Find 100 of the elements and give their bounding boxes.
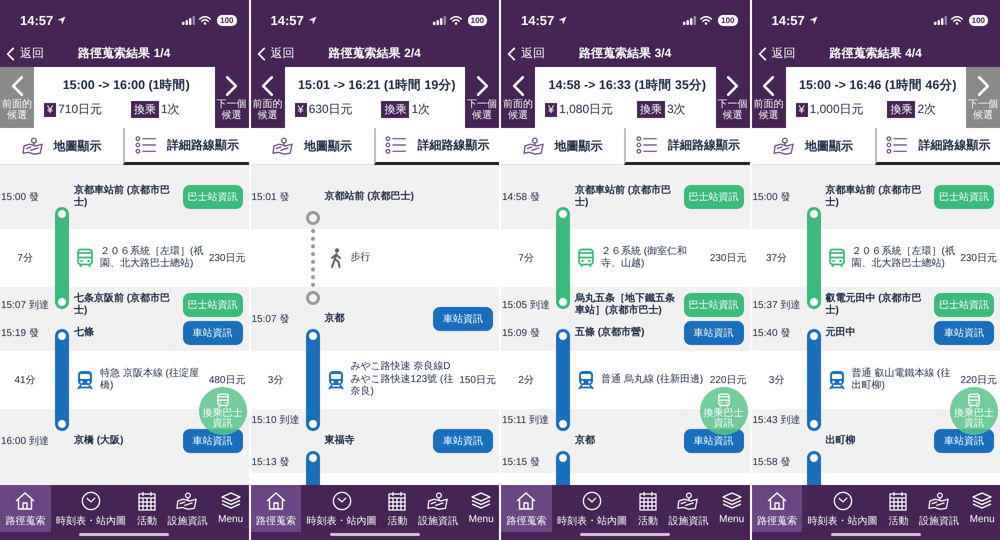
back-button[interactable]: 返回: [507, 45, 545, 62]
tab-bar-item[interactable]: 設施資訊: [162, 485, 213, 532]
screen-title: 路徑蒐索結果 4/4: [828, 45, 923, 62]
station-info-button[interactable]: 車站資訊: [934, 321, 994, 345]
tab-bar-item[interactable]: 活動: [882, 485, 914, 532]
tab-bar-item[interactable]: Menu: [964, 485, 1000, 529]
train-icon: [76, 370, 94, 390]
view-tab[interactable]: 詳細路線顯示: [123, 128, 248, 165]
map-icon: [773, 137, 796, 155]
location-arrow-icon: [57, 16, 66, 24]
status-time: 14:57: [772, 12, 805, 28]
back-button[interactable]: 返回: [6, 45, 44, 62]
tab-bar-item[interactable]: 時刻表・站內圖: [802, 485, 883, 532]
time-label: 14:58 發: [501, 191, 541, 204]
station-info-button[interactable]: 車站資訊: [433, 307, 493, 331]
stop-name: 東福寺: [324, 435, 356, 447]
time-label: 15:05 到達: [501, 298, 551, 312]
route-node: [306, 409, 320, 431]
time-label: 15:11 到達: [501, 414, 550, 427]
tab-bar-item[interactable]: 路徑蒐索: [752, 485, 802, 532]
station-info-button[interactable]: 車站資訊: [182, 429, 242, 453]
route-name: 步行: [350, 252, 372, 264]
home-icon: [264, 491, 287, 511]
screen-title: 路徑蒐索結果 2/4: [328, 45, 422, 62]
station-info-button[interactable]: 車站資訊: [684, 321, 744, 345]
time-label: 15:00 發: [0, 191, 40, 204]
home-icon: [515, 491, 538, 511]
next-candidate-button[interactable]: 下一個候選: [465, 67, 499, 128]
map-icon: [928, 491, 950, 511]
time-label: 15:43 到達: [752, 414, 802, 427]
tab-bar-item[interactable]: 路徑蒐索: [250, 485, 302, 532]
bus-icon: [967, 392, 981, 408]
transfer-label: 換乘: [381, 101, 410, 118]
view-tab[interactable]: 詳細路線顯示: [624, 128, 750, 165]
chevron-left-icon: [758, 46, 766, 60]
bus-icon: [216, 392, 230, 408]
location-arrow-icon: [308, 16, 317, 24]
chevron-left-icon: [261, 74, 274, 98]
tab-bar-item[interactable]: 時刻表・站內圖: [50, 485, 132, 532]
station-info-button[interactable]: 車站資訊: [433, 429, 493, 453]
currency-label: ¥: [796, 102, 808, 116]
tab-bar-item[interactable]: 設施資訊: [914, 485, 964, 532]
wifi-icon: [950, 16, 963, 24]
tab-bar-item[interactable]: Menu: [714, 485, 750, 529]
time-range: 15:01 -> 16:21 (1時間 19分): [297, 77, 456, 94]
previous-candidate-button[interactable]: 前面的候選: [501, 67, 535, 128]
fare-amount: 710日元: [58, 101, 102, 118]
station-info-button[interactable]: 車站資訊: [684, 429, 744, 453]
route-node: [806, 287, 820, 309]
next-candidate-button[interactable]: 下一個候選: [214, 67, 248, 128]
station-info-button[interactable]: 車站資訊: [934, 429, 994, 453]
previous-candidate-button[interactable]: 前面的候選: [250, 67, 284, 128]
tab-bar-item[interactable]: 時刻表・站內圖: [301, 485, 382, 532]
station-info-button[interactable]: 車站資訊: [182, 321, 242, 345]
stop-name: 七條: [74, 327, 95, 339]
stop-name: 七条京阪前 (京都市巴士): [74, 293, 172, 317]
previous-candidate-button[interactable]: 前面的候選: [752, 67, 786, 128]
stop-name: 京橋 (大阪): [74, 435, 124, 447]
tab-bar-item[interactable]: 設施資訊: [663, 485, 714, 532]
battery-level: 100: [217, 14, 236, 26]
route-node: [556, 451, 570, 473]
view-tab[interactable]: 詳細路線顯示: [874, 128, 1000, 165]
signal-icon: [683, 16, 696, 24]
route-node: [806, 451, 820, 473]
time-label: 15:13 發: [250, 456, 290, 469]
route-node: [306, 451, 320, 473]
route-node: [55, 409, 69, 431]
clock-icon: [80, 491, 102, 511]
view-tab[interactable]: 詳細路線顯示: [374, 128, 499, 165]
time-label: 15:01 發: [250, 191, 290, 204]
stop-name: 烏丸五条［地下鐵五条車站］(京都市巴士): [575, 293, 676, 317]
duration-label: 3分: [768, 374, 786, 387]
back-button[interactable]: 返回: [256, 45, 294, 62]
time-label: 15:40 發: [752, 327, 792, 340]
transfer-label: 換乘: [130, 101, 159, 118]
tab-bar-item[interactable]: 活動: [382, 485, 413, 532]
currency-label: ¥: [294, 102, 307, 116]
tab-bar-item[interactable]: Menu: [212, 485, 248, 529]
stop-name: 京都站前 (京都巴士): [324, 191, 415, 203]
tab-bar-item[interactable]: 活動: [131, 485, 162, 532]
screen-title: 路徑蒐索結果 3/4: [578, 45, 672, 62]
route-name: ２６系統 (御室仁和寺、山越): [601, 246, 688, 270]
list-icon: [636, 136, 658, 154]
tab-bar-item[interactable]: 活動: [632, 485, 664, 532]
time-label: 15:09 發: [501, 327, 541, 340]
time-label: 15:15 發: [501, 456, 541, 469]
tab-bar-item[interactable]: 路徑蒐索: [501, 485, 552, 532]
map-icon: [272, 137, 294, 155]
tab-bar-item[interactable]: Menu: [463, 485, 499, 529]
back-button[interactable]: 返回: [758, 45, 796, 62]
route-name: ２０６系統［左環］(祇園、北大路巴士總站): [100, 246, 204, 270]
walking-person-icon: [328, 248, 342, 268]
duration-label: 2分: [517, 374, 535, 387]
stop-name: 京都: [324, 313, 346, 325]
tab-bar-item[interactable]: 時刻表・站內圖: [552, 485, 632, 532]
route-node: [306, 329, 320, 351]
tab-bar-item[interactable]: 路徑蒐索: [0, 485, 51, 532]
chevron-left-icon: [762, 74, 775, 98]
tab-bar-item[interactable]: 設施資訊: [412, 485, 464, 532]
next-candidate-button[interactable]: 下一個候選: [716, 67, 750, 128]
